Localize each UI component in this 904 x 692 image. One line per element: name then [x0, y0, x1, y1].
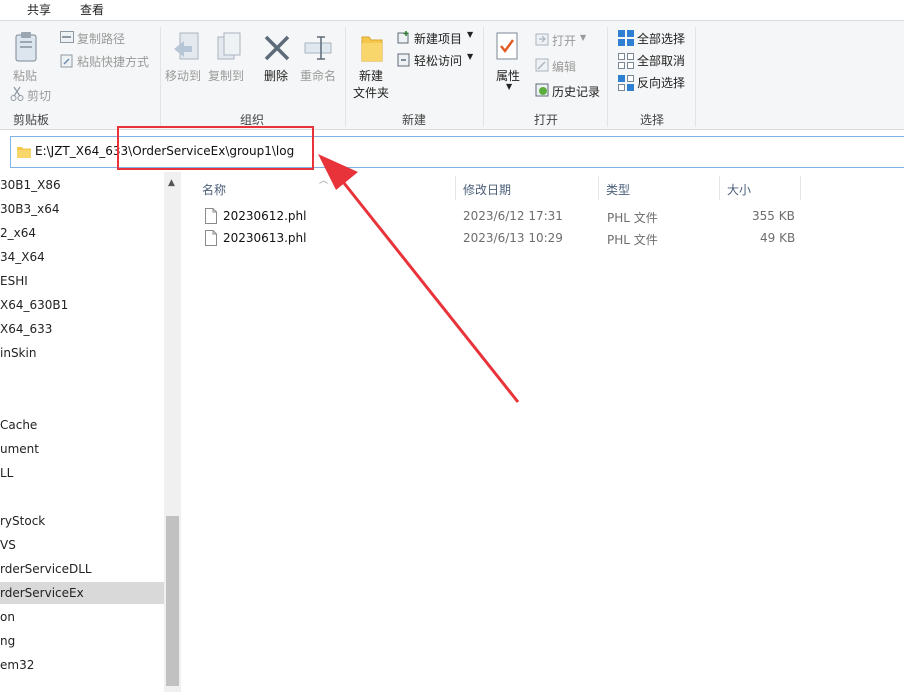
file-row[interactable]: 20230613.phl 2023/6/13 10:29 PHL 文件 49 K… [200, 228, 800, 250]
history-button[interactable]: 历史记录 [552, 83, 600, 100]
nav-item[interactable]: on [0, 610, 15, 624]
file-name[interactable]: 20230612.phl [223, 209, 306, 223]
copy-to-button[interactable]: 复制到 [208, 67, 244, 84]
select-all-icon [618, 30, 634, 46]
scrollbar-thumb[interactable] [166, 516, 179, 686]
file-icon [205, 208, 217, 224]
invert-selection-button[interactable]: 反向选择 [637, 74, 685, 91]
open-icon [535, 33, 549, 46]
clipboard-group-label: 剪贴板 [13, 113, 50, 127]
group-divider [695, 27, 696, 127]
nav-item[interactable]: inSkin [0, 346, 36, 360]
group-divider [607, 27, 608, 127]
paste-icon[interactable] [14, 31, 40, 63]
column-header-type[interactable]: 类型 [606, 181, 630, 198]
tab-view[interactable]: 查看 [80, 1, 104, 18]
paste-button[interactable]: 粘贴 [13, 67, 37, 84]
column-divider[interactable] [719, 176, 720, 200]
select-group-label: 选择 [640, 113, 665, 127]
new-group-label: 新建 [402, 113, 427, 127]
copy-to-icon [217, 32, 241, 60]
file-type: PHL 文件 [607, 211, 658, 225]
cut-icon [10, 86, 24, 101]
nav-item[interactable]: Cache [0, 418, 37, 432]
move-to-icon [174, 32, 199, 60]
properties-icon [496, 32, 518, 60]
chevron-down-icon[interactable]: ▼ [467, 30, 473, 39]
nav-item[interactable]: VS [0, 538, 16, 552]
file-type: PHL 文件 [607, 233, 658, 247]
column-header-name[interactable]: 名称 [202, 181, 226, 198]
new-folder-button-line2: 文件夹 [353, 86, 390, 100]
easy-access-button[interactable]: 轻松访问 [414, 52, 462, 69]
move-to-button[interactable]: 移动到 [165, 67, 201, 84]
group-divider [345, 27, 346, 127]
new-folder-button[interactable]: 新建 [359, 67, 383, 84]
file-modified: 2023/6/13 10:29 [463, 231, 563, 245]
folder-icon [17, 147, 31, 158]
group-divider [160, 27, 161, 127]
new-folder-icon [361, 36, 383, 62]
nav-item[interactable]: ESHI [0, 274, 28, 288]
nav-item[interactable]: 30B3_x64 [0, 202, 60, 216]
file-modified: 2023/6/12 17:31 [463, 209, 563, 223]
invert-selection-icon [618, 75, 634, 91]
menu-bar: 共享 查看 [0, 0, 904, 20]
history-icon [535, 83, 549, 97]
column-header-size[interactable]: 大小 [727, 181, 751, 198]
group-divider [483, 27, 484, 127]
nav-item[interactable]: X64_633 [0, 322, 52, 336]
cut-button[interactable]: 剪切 [27, 87, 51, 104]
file-icon [205, 230, 217, 246]
annotation-highlight-box [117, 126, 314, 170]
open-group-label: 打开 [534, 113, 559, 127]
nav-item[interactable]: rderServiceDLL [0, 562, 92, 576]
paste-shortcut-button[interactable]: 粘贴快捷方式 [77, 53, 149, 70]
new-item-button[interactable]: 新建项目 [414, 30, 462, 47]
column-divider[interactable] [455, 176, 456, 200]
chevron-down-icon[interactable]: ▼ [580, 33, 586, 42]
ribbon: 粘贴 复制路径 粘贴快捷方式 剪切 剪贴板 移动到 复制到 删除 重命名 组织 … [0, 20, 904, 130]
copy-path-button[interactable]: 复制路径 [77, 30, 125, 47]
nav-item[interactable]: 2_x64 [0, 226, 36, 240]
delete-icon [264, 35, 290, 61]
nav-item[interactable]: em32 [0, 658, 34, 672]
nav-item[interactable]: ument [0, 442, 39, 456]
file-size: 355 KB [752, 209, 795, 223]
rename-button[interactable]: 重命名 [300, 67, 336, 84]
copy-path-icon [60, 31, 74, 43]
select-all-button[interactable]: 全部选择 [637, 30, 685, 47]
nav-item[interactable]: ryStock [0, 514, 45, 528]
new-item-icon [397, 31, 409, 44]
file-size: 49 KB [760, 231, 796, 245]
nav-item[interactable]: 34_X64 [0, 250, 45, 264]
chevron-down-icon[interactable]: ▼ [506, 82, 512, 91]
nav-item[interactable]: X64_630B1 [0, 298, 68, 312]
file-name[interactable]: 20230613.phl [223, 231, 306, 245]
nav-item[interactable]: 30B1_X86 [0, 178, 61, 192]
nav-scrollbar[interactable]: ▲ [164, 172, 181, 692]
column-divider[interactable] [800, 176, 801, 200]
nav-item[interactable]: ng [0, 634, 15, 648]
rename-icon [304, 36, 332, 60]
select-none-icon [618, 53, 634, 69]
delete-button[interactable]: 删除 [264, 67, 288, 84]
scroll-up-icon[interactable]: ▲ [168, 178, 175, 188]
edit-icon [535, 58, 549, 72]
chevron-down-icon[interactable]: ▼ [467, 52, 473, 61]
column-header-modified[interactable]: 修改日期 [463, 181, 511, 198]
file-row[interactable]: 20230612.phl 2023/6/12 17:31 PHL 文件 355 … [200, 206, 800, 228]
select-none-button[interactable]: 全部取消 [637, 52, 685, 69]
sort-chevron-icon: ︿ [319, 176, 329, 186]
nav-item[interactable]: LL [0, 466, 13, 480]
navigation-pane: 30B1_X86 30B3_x64 2_x64 34_X64 ESHI X64_… [0, 172, 182, 692]
nav-item-selected[interactable]: rderServiceEx [0, 586, 84, 600]
easy-access-icon [397, 53, 410, 67]
paste-shortcut-icon [60, 54, 73, 68]
tab-share[interactable]: 共享 [27, 1, 51, 18]
open-button[interactable]: 打开 [552, 32, 576, 49]
column-divider[interactable] [598, 176, 599, 200]
edit-button[interactable]: 编辑 [552, 58, 576, 75]
